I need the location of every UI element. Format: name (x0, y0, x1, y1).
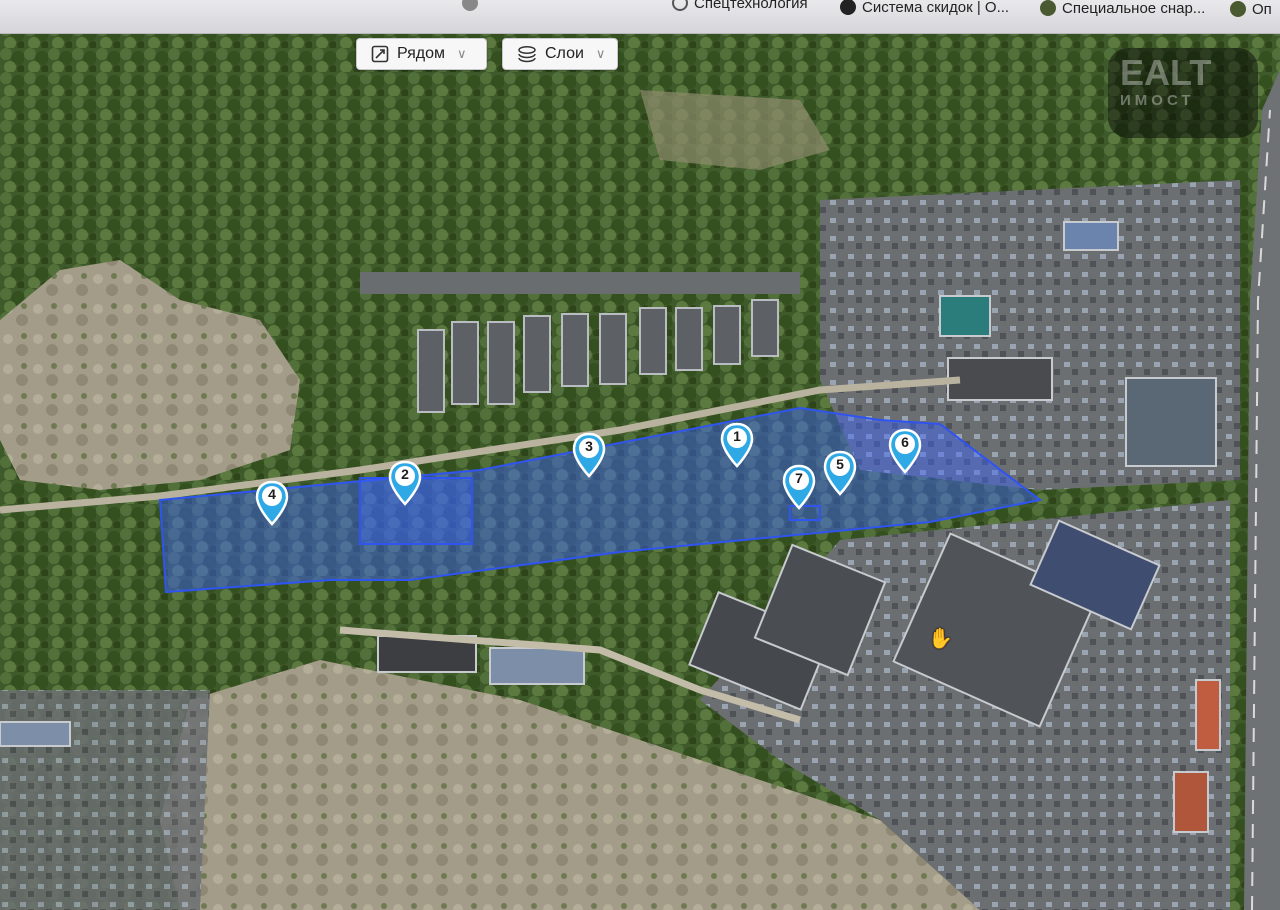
bookmark-icon (462, 0, 478, 11)
nearby-button[interactable]: Рядом ∨ (356, 38, 487, 70)
chevron-down-icon: ∨ (457, 46, 467, 61)
map-marker-6[interactable]: 6 (887, 428, 923, 474)
site-logo-icon (1230, 1, 1246, 17)
layers-label: Слои (545, 45, 584, 62)
satellite-imagery (0, 0, 1280, 910)
site-logo-icon (1040, 0, 1056, 16)
nearby-label: Рядом (397, 45, 446, 62)
map-marker-1[interactable]: 1 (719, 422, 755, 468)
watermark: EALT ИМОСТ (1108, 48, 1258, 138)
browser-bookmarks-bar: Спецтехнология Система скидок | О... Спе… (0, 0, 1280, 34)
bookmark-item[interactable]: Спецтехнология (672, 0, 808, 18)
map-marker-4[interactable]: 4 (254, 480, 290, 526)
hand-cursor-icon: ✋ (928, 628, 953, 650)
map-marker-5[interactable]: 5 (822, 450, 858, 496)
layers-icon (518, 46, 536, 63)
bookmark-item[interactable] (462, 0, 484, 18)
map-marker-7[interactable]: 7 (781, 464, 817, 510)
layers-button[interactable]: Слои ∨ (502, 38, 618, 70)
bookmark-item[interactable]: Система скидок | О... (840, 0, 1009, 22)
site-logo-icon (840, 0, 856, 15)
chevron-down-icon: ∨ (595, 46, 606, 61)
map-marker-2[interactable]: 2 (387, 460, 423, 506)
bookmark-item[interactable]: Оп (1230, 0, 1272, 24)
globe-icon (672, 0, 688, 11)
satellite-map[interactable]: EALT ИМОСТ ✋ 4 2 3 1 7 5 6 Рядом ∨ Слои … (0, 0, 1280, 910)
bookmark-item[interactable]: Специальное снар... (1040, 0, 1205, 23)
nearby-icon (371, 45, 389, 63)
map-marker-3[interactable]: 3 (571, 432, 607, 478)
